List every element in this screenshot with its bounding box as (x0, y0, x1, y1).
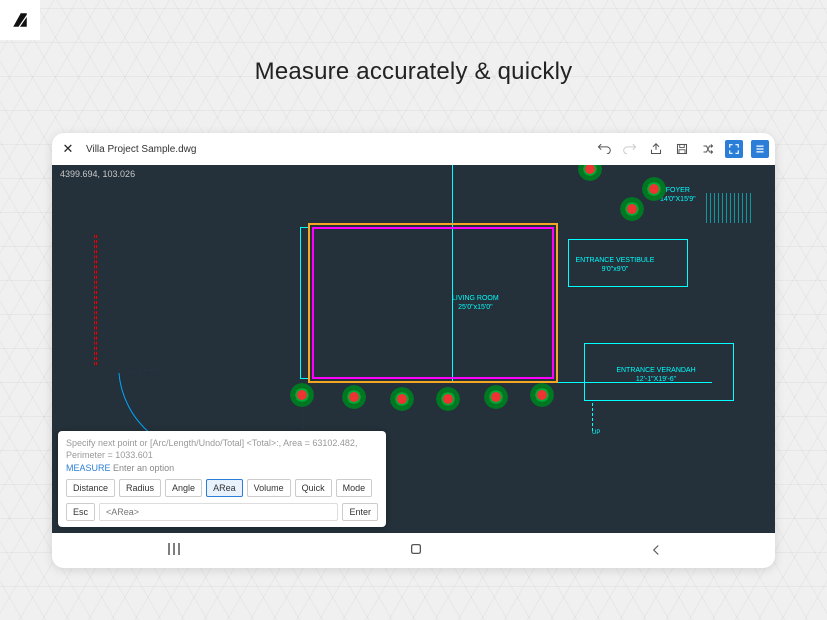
command-subtext: Enter an option (113, 463, 174, 473)
tagline: Measure accurately & quickly (0, 58, 827, 86)
cursor-coords: 4399.694, 103.026 (60, 169, 135, 179)
close-icon[interactable]: ✕ (58, 141, 78, 157)
room-label-verandah: ENTRANCE VERANDAH12'-1"X19'-6" (606, 367, 706, 385)
tree-icon (290, 383, 314, 407)
tree-icon (642, 177, 666, 201)
autodesk-logo-icon (11, 11, 29, 29)
tree-icon (436, 387, 460, 411)
titlebar: ✕ Villa Project Sample.dwg (52, 133, 775, 165)
save-icon[interactable] (673, 140, 691, 158)
esc-button[interactable]: Esc (66, 503, 95, 521)
room-label-living: LIVING ROOM25'0"x15'0" (452, 295, 499, 313)
device-nav-bar (52, 533, 775, 568)
room-boundary (312, 227, 554, 379)
nav-back-icon[interactable] (650, 543, 662, 559)
autodesk-logo (0, 0, 40, 40)
hatch-pattern (706, 193, 754, 223)
option-volume[interactable]: Volume (247, 479, 291, 497)
nav-recents-icon[interactable] (166, 541, 182, 560)
shuffle-icon[interactable] (699, 140, 717, 158)
command-input[interactable] (99, 503, 338, 521)
menu-icon[interactable] (751, 140, 769, 158)
option-distance[interactable]: Distance (66, 479, 115, 497)
tree-icon (620, 197, 644, 221)
command-panel: Specify next point or [Arc/Length/Undo/T… (58, 431, 386, 527)
file-name: Villa Project Sample.dwg (86, 144, 196, 155)
stair-label-up: UP (592, 430, 600, 438)
expand-icon[interactable] (725, 140, 743, 158)
path-line (592, 403, 594, 431)
undo-icon[interactable] (595, 140, 613, 158)
option-quick[interactable]: Quick (295, 479, 332, 497)
redo-icon[interactable] (621, 140, 639, 158)
nav-home-icon[interactable] (409, 542, 423, 559)
command-options: Distance Radius Angle ARea Volume Quick … (66, 479, 378, 497)
share-icon[interactable] (647, 140, 665, 158)
tree-icon (530, 383, 554, 407)
tree-icon (578, 165, 602, 181)
command-prompt-line: Specify next point or [Arc/Length/Undo/T… (66, 437, 378, 461)
option-radius[interactable]: Radius (119, 479, 161, 497)
enter-button[interactable]: Enter (342, 503, 378, 521)
datum-line (94, 235, 97, 365)
drawing-canvas[interactable]: 4399.694, 103.026 LIVING ROOM25'0"x15'0"… (52, 165, 775, 533)
option-angle[interactable]: Angle (165, 479, 202, 497)
device-frame: ✕ Villa Project Sample.dwg 4399.694, 103… (52, 133, 775, 568)
tree-icon (342, 385, 366, 409)
tree-icon (390, 387, 414, 411)
tree-icon (484, 385, 508, 409)
option-area[interactable]: ARea (206, 479, 243, 497)
command-name: MEASURE (66, 463, 111, 473)
option-mode[interactable]: Mode (336, 479, 373, 497)
room-label-vestibule: ENTRANCE VESTIBULE9'0"x9'0" (570, 257, 660, 275)
